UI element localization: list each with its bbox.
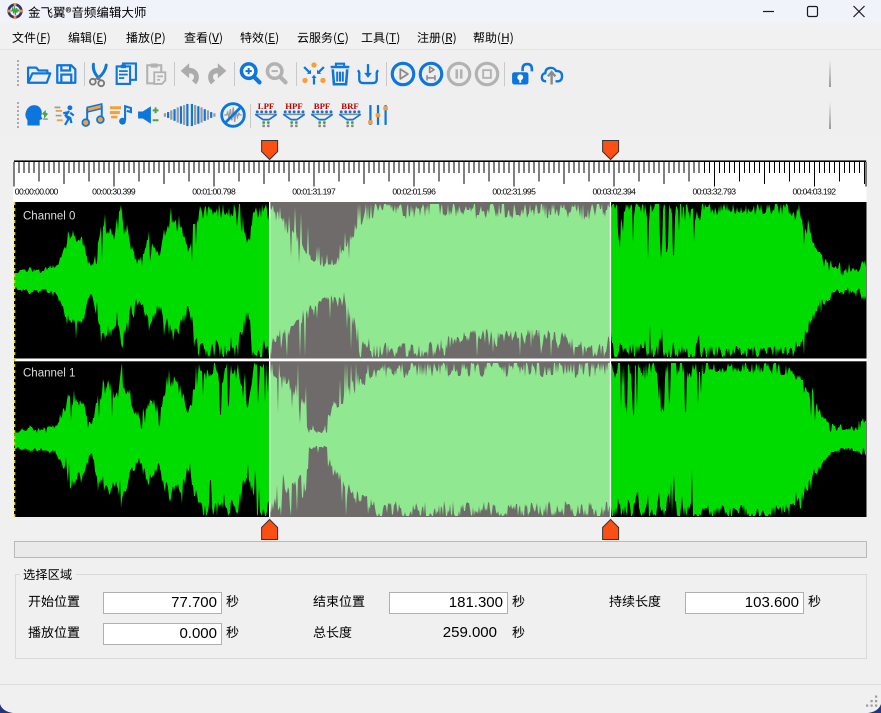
svg-text:00:01:00.798: 00:01:00.798 (192, 187, 236, 197)
svg-text:LPF: LPF (258, 101, 275, 111)
svg-text:BRF: BRF (341, 101, 359, 111)
svg-text:00:02:01.596: 00:02:01.596 (392, 187, 436, 197)
svg-text:00:03:02.394: 00:03:02.394 (592, 187, 636, 197)
svg-text:Channel 1: Channel 1 (23, 368, 75, 380)
svg-text:00:03:32.793: 00:03:32.793 (693, 187, 737, 197)
svg-text:BPF: BPF (314, 101, 331, 111)
svg-text:Channel 0: Channel 0 (23, 211, 75, 223)
svg-text:HPF: HPF (285, 101, 303, 111)
svg-text:00:04:03.192: 00:04:03.192 (793, 187, 837, 197)
svg-text:00:01:31.197: 00:01:31.197 (292, 187, 336, 197)
svg-text:00:02:31.995: 00:02:31.995 (492, 187, 536, 197)
svg-text:00:00:30.399: 00:00:30.399 (92, 187, 136, 197)
svg-text:00:00:00.000: 00:00:00.000 (15, 187, 59, 197)
